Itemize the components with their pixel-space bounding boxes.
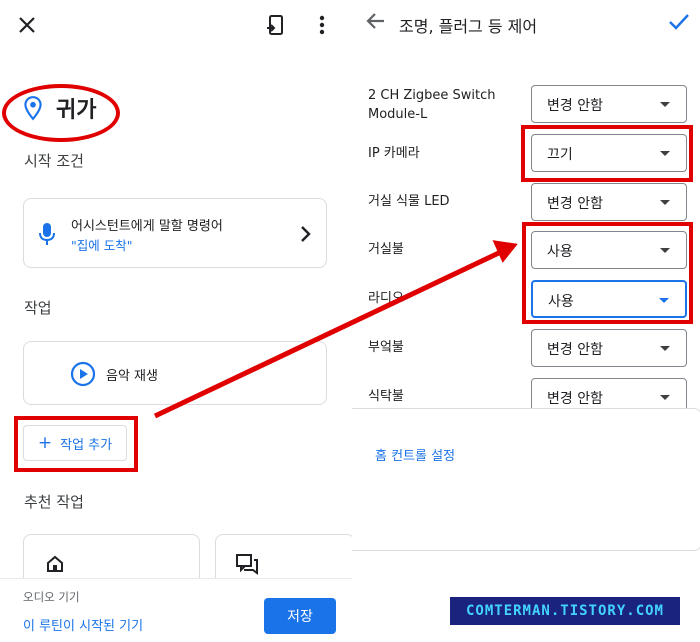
save-button[interactable]: 저장: [264, 598, 336, 634]
starter-card[interactable]: 어시스턴트에게 말할 명령어 "집에 도착": [23, 198, 327, 268]
starter-description: 어시스턴트에게 말할 명령어: [71, 219, 223, 234]
dropdown-arrow-icon: [660, 248, 670, 253]
device-state-dropdown[interactable]: 끄기: [531, 134, 687, 172]
dropdown-value: 사용: [548, 294, 574, 310]
starter-phrase: "집에 도착": [71, 238, 133, 253]
close-icon[interactable]: [12, 10, 42, 40]
check-icon[interactable]: [668, 12, 690, 32]
dropdown-value: 끄기: [547, 147, 573, 163]
dropdown-arrow-icon: [660, 102, 670, 107]
device-state-dropdown[interactable]: 변경 안함: [531, 85, 687, 123]
dropdown-arrow-icon: [660, 395, 670, 400]
device-label: 거실 식물 LED: [368, 194, 450, 209]
device-state-dropdown[interactable]: 변경 안함: [531, 329, 687, 367]
actions-section-label: 작업: [24, 299, 52, 317]
dropdown-value: 변경 안함: [547, 98, 603, 114]
routine-title-text: 귀가: [56, 98, 97, 123]
plus-icon: +: [37, 432, 53, 453]
play-icon: [70, 361, 96, 387]
dropdown-value: 변경 안함: [547, 342, 603, 358]
settings-card: [352, 408, 700, 551]
more-icon[interactable]: [308, 10, 336, 40]
chat-icon: [236, 554, 258, 575]
page-title: 조명, 플러그 등 제어: [399, 17, 538, 36]
dropdown-value: 변경 안함: [547, 196, 603, 212]
dropdown-arrow-icon: [660, 346, 670, 351]
started-device-link[interactable]: 이 루틴이 시작된 기기: [23, 615, 143, 634]
device-control-panel: 조명, 플러그 등 제어 2 CH Zigbee Switch Module-L…: [352, 0, 700, 642]
dropdown-arrow-icon: [660, 151, 670, 156]
device-label: 2 CH Zigbee Switch Module-L: [368, 88, 496, 122]
watermark: COMTERMAN.TISTORY.COM: [450, 597, 680, 625]
watermark-text: COMTERMAN.TISTORY.COM: [465, 603, 664, 619]
starter-section-label: 시작 조건: [24, 152, 84, 170]
device-state-dropdown[interactable]: 사용: [531, 231, 687, 269]
device-label: IP 카메라: [368, 146, 420, 161]
dropdown-arrow-icon: [659, 298, 669, 303]
suggested-section-label: 추천 작업: [24, 493, 84, 511]
cast-icon[interactable]: [262, 10, 290, 40]
device-label: 부엌불: [368, 340, 404, 355]
mic-icon: [39, 223, 55, 245]
action-item-label: 음악 재생: [106, 369, 158, 384]
device-label: 거실불: [368, 242, 404, 257]
home-icon: [47, 555, 63, 572]
routine-editor-panel: 귀가 시작 조건 어시스턴트에게 말할 명령어 "집에 도착" 작업 음악 재생…: [0, 0, 352, 642]
device-label: 식탁불: [368, 389, 404, 404]
device-state-dropdown[interactable]: 변경 안함: [531, 183, 687, 221]
action-item-play-music[interactable]: 음악 재생: [23, 341, 327, 405]
dropdown-value: 변경 안함: [547, 391, 603, 407]
device-section-label: 오디오 기기: [23, 590, 80, 604]
routine-title[interactable]: 귀가: [20, 92, 96, 124]
add-action-button[interactable]: + 작업 추가: [23, 425, 127, 461]
back-arrow-icon[interactable]: [366, 10, 386, 32]
home-control-settings-link[interactable]: 홈 컨트롤 설정: [375, 445, 455, 464]
device-state-dropdown[interactable]: 사용: [531, 280, 687, 318]
add-action-label: 작업 추가: [60, 437, 113, 453]
chevron-right-icon: [301, 226, 311, 242]
dropdown-value: 사용: [547, 244, 573, 260]
location-pin-icon: [24, 96, 42, 121]
device-label: 라디오: [368, 291, 404, 306]
dropdown-arrow-icon: [660, 200, 670, 205]
